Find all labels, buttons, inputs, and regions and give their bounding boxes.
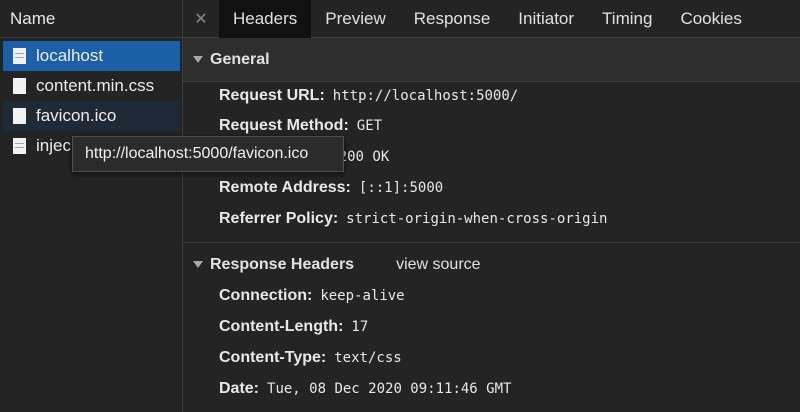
header-value: 17 [351,319,369,335]
document-icon [13,48,26,64]
request-list: Name localhost content.min.css favicon.i… [0,0,183,412]
header-value: keep-alive [320,288,405,304]
header-key: Date: [219,380,260,397]
response-row-content-length: Content-Length: 17 [219,314,368,340]
header-value: Tue, 08 Dec 2020 09:11:46 GMT [267,381,512,397]
tab-response[interactable]: Response [400,0,505,38]
view-source-link[interactable]: view source [396,256,480,274]
header-value: 200 OK [338,149,390,165]
close-icon[interactable]: ✕ [183,9,219,29]
general-row-request-url: Request URL: http://localhost:5000/ [219,83,518,109]
collapse-triangle-icon [193,261,203,268]
url-tooltip: http://localhost:5000/favicon.ico [72,136,344,172]
document-icon [13,138,26,154]
request-name: localhost [36,46,104,65]
general-row-referrer-policy: Referrer Policy: strict-origin-when-cros… [219,206,607,232]
response-row-content-type: Content-Type: text/css [219,345,402,371]
collapse-triangle-icon [193,56,203,63]
header-key: Request Method: [219,117,349,134]
name-column-header[interactable]: Name [0,0,182,38]
section-title: Response Headers [210,255,355,273]
tab-preview[interactable]: Preview [311,0,399,38]
header-value: strict-origin-when-cross-origin [346,211,608,227]
file-icon [13,78,26,94]
header-key: Content-Length: [219,318,344,335]
header-value: GET [356,118,383,134]
general-section-header[interactable]: General [183,38,800,82]
request-row-favicon[interactable]: favicon.ico [3,101,180,131]
header-value: http://localhost:5000/ [332,88,519,104]
tab-timing[interactable]: Timing [588,0,666,38]
tab-initiator[interactable]: Initiator [504,0,588,38]
response-row-connection: Connection: keep-alive [219,283,405,309]
header-key: Content-Type: [219,349,327,366]
request-name: favicon.ico [36,106,117,125]
header-key: Remote Address: [219,179,351,196]
detail-tabbar: ✕ Headers Preview Response Initiator Tim… [183,0,800,38]
section-title: General [210,50,270,68]
tab-cookies[interactable]: Cookies [666,0,755,38]
header-key: Referrer Policy: [219,210,339,227]
header-value: [::1]:5000 [358,180,444,196]
header-key: Connection: [219,287,313,304]
request-row-content-min-css[interactable]: content.min.css [3,71,180,101]
headers-panel: General Request URL: http://localhost:50… [183,38,800,412]
request-row-localhost[interactable]: localhost [3,41,180,71]
request-name: injec [36,136,71,155]
header-key: Request URL: [219,87,325,104]
request-name: content.min.css [36,76,155,95]
file-icon [13,108,26,124]
general-row-remote-address: Remote Address: [::1]:5000 [219,175,443,201]
header-value: text/css [334,350,402,366]
response-headers-section-header[interactable]: Response Headers view source [183,242,800,286]
tab-headers[interactable]: Headers [219,0,312,38]
response-row-date: Date: Tue, 08 Dec 2020 09:11:46 GMT [219,376,511,402]
